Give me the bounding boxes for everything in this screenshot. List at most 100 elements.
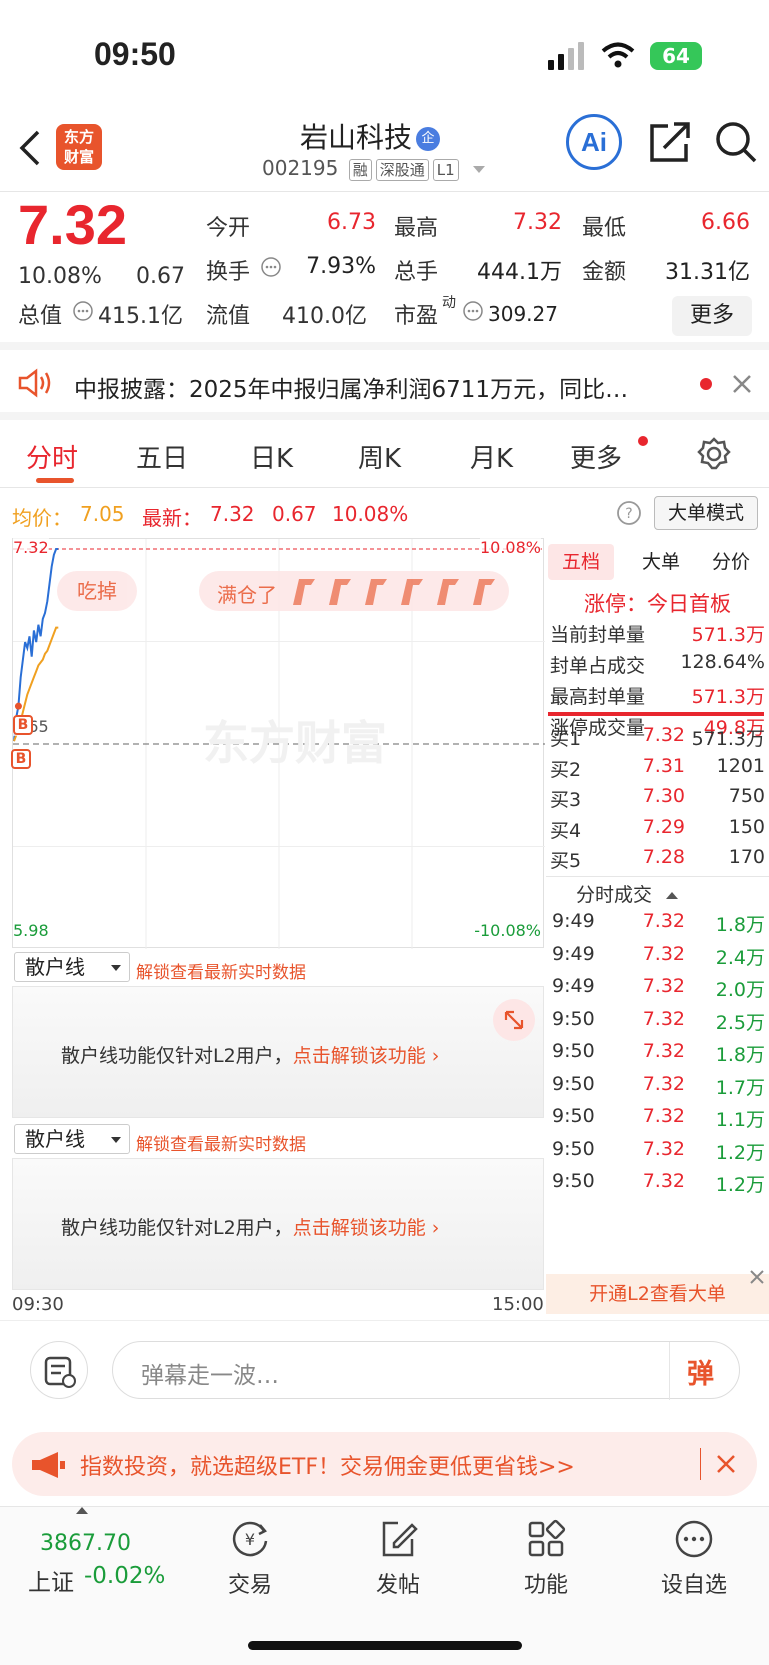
stock-code-line[interactable]: 002195 融深股通 L1 [262, 156, 486, 181]
tab-day-k[interactable]: 日K [250, 438, 293, 475]
danmu-send-button[interactable]: 弹 [687, 1352, 714, 1391]
indicator-locked-panel[interactable]: 散户线功能仅针对L2用户，点击解锁该功能 › [12, 1158, 544, 1290]
intraday-chart[interactable]: 东方财富 7.32 10.08% 6.65 5.98 -10.08% 吃掉 满仓… [11, 538, 545, 949]
big-order-mode-button[interactable]: 大单模式 [654, 496, 758, 530]
battery-icon: 64 [650, 42, 702, 70]
tab-more[interactable]: 更多 [570, 438, 622, 475]
stat-value: 571.3万 [691, 624, 765, 646]
trade-time: 9:49 [552, 910, 595, 932]
active-tab-indicator [36, 478, 74, 483]
danmu-input-bar: 弹幕走一波… 弹 [0, 1320, 769, 1420]
search-icon[interactable] [714, 120, 758, 164]
bid-volume: 1201 [716, 754, 765, 777]
trade-time: 9:50 [552, 1007, 595, 1030]
trade-price: 7.32 [642, 910, 685, 932]
time-axis-end: 15:00 [492, 1294, 544, 1315]
unlock-link[interactable]: 点击解锁该功能 › [293, 1045, 440, 1067]
danmu-settings-button[interactable] [30, 1341, 88, 1399]
bid-price: 7.29 [642, 815, 685, 838]
tab-intraday[interactable]: 分时 [26, 438, 78, 475]
bottom-nav: 3867.70 上证 -0.02% ¥ 交易 发帖 功能 设自选 [0, 1506, 769, 1665]
back-icon[interactable] [18, 128, 42, 168]
close-icon[interactable] [716, 1454, 736, 1474]
tab-month-k[interactable]: 月K [470, 438, 513, 475]
bid-volume: 750 [728, 785, 765, 807]
trade-volume: 2.4万 [715, 946, 765, 969]
tab-more-dot [638, 436, 648, 446]
bid-volume: 170 [728, 846, 765, 868]
tab-big-order[interactable]: 大单 [628, 544, 694, 580]
info-dots-icon[interactable] [260, 256, 282, 278]
stat-label: 当前封单量 [550, 624, 646, 646]
info-dots-icon[interactable] [72, 300, 94, 322]
info-dots-icon[interactable] [462, 300, 484, 322]
divider [546, 876, 769, 877]
trade-price: 7.32 [642, 1137, 685, 1160]
trade-price: 7.32 [642, 975, 685, 997]
logo-text-1: 东方 [63, 128, 94, 146]
open-value: 6.73 [327, 210, 376, 235]
close-icon[interactable] [732, 374, 752, 394]
danmu-input[interactable]: 弹幕走一波… 弹 [112, 1341, 740, 1400]
app-logo[interactable]: 东方 财富 [56, 124, 102, 170]
tab-price-dist[interactable]: 分价 [698, 544, 764, 580]
unlock-text[interactable]: 解锁查看最新实时数据 [136, 958, 306, 983]
trades-title[interactable]: 分时成交 [576, 880, 679, 907]
tab-week-k[interactable]: 周K [358, 438, 401, 475]
svg-text:?: ? [625, 506, 632, 522]
chart-top-left-label: 7.32 [13, 538, 49, 557]
tab-five-level[interactable]: 五档 [548, 544, 614, 580]
status-bar: 09:50 64 [0, 0, 769, 110]
danmu-bubble: 满仓了 [199, 571, 509, 611]
help-icon[interactable]: ? [616, 500, 642, 526]
nav-trade[interactable]: ¥ 交易 [190, 1517, 310, 1599]
trade-price: 7.32 [642, 942, 685, 965]
close-icon[interactable] [748, 1268, 766, 1286]
chart-watermark: 东方财富 [203, 716, 387, 770]
unlock-link-text: 点击解锁该功能 [292, 1045, 426, 1067]
unlock-text[interactable]: 解锁查看最新实时数据 [136, 1130, 306, 1155]
bid-label: 买2 [550, 758, 582, 781]
dropdown-icon [111, 1137, 121, 1143]
notice-text: 中报披露：2025年中报归属净利润6711万元，同比… [74, 377, 629, 403]
expand-icon[interactable] [493, 999, 535, 1041]
l2-banner[interactable]: 开通L2查看大单 [546, 1274, 769, 1314]
nav-post[interactable]: 发帖 [338, 1517, 458, 1599]
unlock-link[interactable]: 点击解锁该功能 › [293, 1217, 440, 1239]
stock-title: 岩山科技企 [300, 116, 441, 156]
nav-watchlist[interactable]: 设自选 [634, 1517, 754, 1599]
current-price: 7.32 [18, 193, 127, 256]
chart-bottom-right-label: -10.08% [474, 921, 541, 940]
index-label: 上证 [28, 1570, 74, 1596]
trade-volume: 1.2万 [715, 1174, 765, 1196]
trade-time: 9:49 [552, 975, 595, 997]
index-ticker[interactable]: 3867.70 上证 -0.02% [14, 1507, 165, 1597]
change-percent: 10.08% [18, 264, 102, 289]
share-icon[interactable] [648, 120, 692, 164]
indicator-select[interactable]: 散户线 [14, 1124, 130, 1154]
indicator-select[interactable]: 散户线 [14, 952, 130, 982]
logo-text-2: 财富 [63, 148, 94, 166]
indicator-locked-panel[interactable]: 散户线功能仅针对L2用户，点击解锁该功能 › [12, 986, 544, 1118]
notice-bar[interactable]: 中报披露：2025年中报归属净利润6711万元，同比… [0, 350, 769, 420]
settings-gear-icon[interactable] [696, 436, 732, 472]
unread-dot [700, 378, 712, 390]
turnover-label: 换手 [206, 260, 251, 285]
buy-marker[interactable]: B [11, 749, 31, 769]
unlock-link-text: 点击解锁该功能 [292, 1217, 426, 1239]
bid-label: 买5 [550, 850, 582, 872]
trade-price: 7.32 [642, 1040, 685, 1062]
side-tabs: 五档 大单 分价 [546, 544, 769, 580]
tag-connect: 深股通 [375, 158, 429, 181]
more-button[interactable]: 更多 [672, 296, 752, 336]
ai-button[interactable]: Ai [566, 114, 622, 170]
tab-five-day[interactable]: 五日 [136, 438, 188, 475]
promo-text: 指数投资，就选超级ETF！交易佣金更低更省钱>> [80, 1455, 575, 1480]
amount-label: 金额 [582, 260, 627, 285]
bid-price: 7.30 [642, 785, 685, 807]
buy-marker[interactable]: B [13, 715, 33, 735]
stat-value: 571.3万 [691, 686, 765, 708]
promo-banner[interactable]: 指数投资，就选超级ETF！交易佣金更低更省钱>> [12, 1432, 757, 1496]
nav-function[interactable]: 功能 [486, 1517, 606, 1599]
bid-label: 买3 [550, 789, 582, 811]
